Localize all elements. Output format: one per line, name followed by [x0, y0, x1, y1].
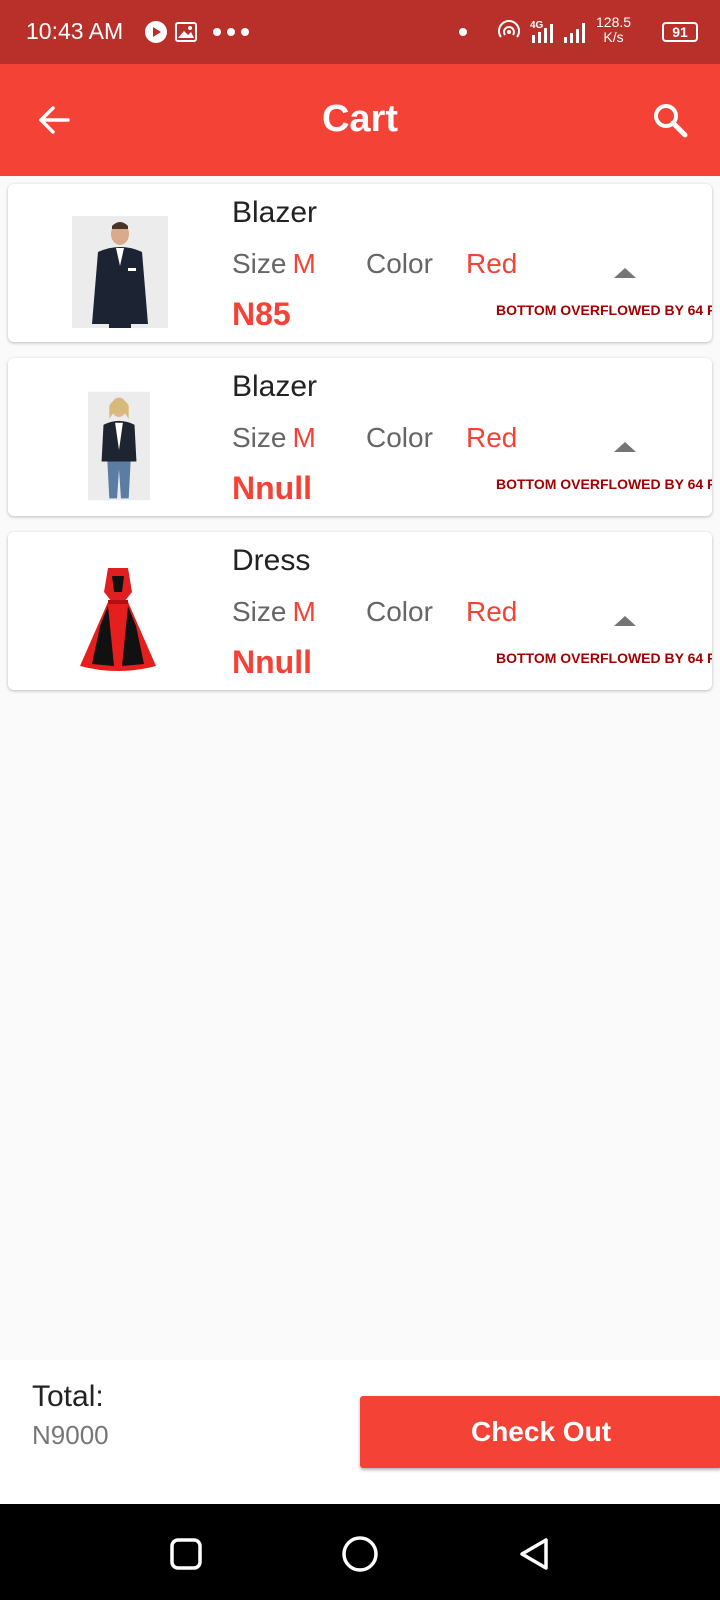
recents-button[interactable]	[162, 1532, 210, 1576]
checkout-button[interactable]: Check Out	[360, 1396, 720, 1468]
size-value: M	[292, 596, 316, 627]
status-bar: 10:43 AM 4G 128.5 K/s 91	[0, 0, 720, 64]
play-icon	[144, 18, 168, 46]
cart-item-card[interactable]: Dress Size M Color Red Nnull BOTTOM OVERF…	[8, 532, 712, 690]
overflow-warning: BOTTOM OVERFLOWED BY 64 PIXELS	[496, 302, 712, 318]
color-label: Color	[366, 422, 433, 453]
color-value: Red	[466, 596, 518, 627]
cart-list: Blazer Size M Color Red N85 BOTTOM OVERFL…	[8, 184, 712, 706]
item-name: Dress	[232, 544, 311, 577]
overflow-warning: BOTTOM OVERFLOWED BY 64 PIXELS	[496, 476, 712, 492]
item-name: Blazer	[232, 196, 318, 229]
overflow-warning: BOTTOM OVERFLOWED BY 64 PIXELS	[496, 650, 712, 666]
size-row: Size M	[232, 248, 316, 280]
home-button[interactable]	[336, 1532, 384, 1576]
svg-text:4G: 4G	[530, 20, 544, 31]
nav-back-button[interactable]	[510, 1532, 558, 1576]
search-icon	[654, 104, 688, 138]
color-label: Color	[366, 596, 433, 627]
more-dots-icon	[212, 18, 252, 46]
color-value: Red	[466, 422, 518, 453]
collapse-arrow-icon[interactable]	[614, 442, 636, 452]
square-icon	[170, 1538, 202, 1570]
checkout-bar: Total: N9000 Check Out	[0, 1360, 720, 1504]
hotspot-icon	[496, 18, 522, 46]
total-value: N9000	[32, 1420, 109, 1450]
size-row: Size M	[232, 596, 316, 628]
battery-icon: 91	[662, 22, 698, 42]
speed-unit: K/s	[603, 29, 624, 45]
collapse-arrow-icon[interactable]	[614, 616, 636, 626]
signal-icon	[562, 18, 588, 46]
triangle-back-icon	[520, 1538, 548, 1570]
search-button[interactable]	[646, 96, 694, 144]
man-blazer-photo	[72, 216, 168, 328]
signal-4g-icon: 4G	[528, 18, 556, 46]
color-value: Red	[466, 248, 518, 279]
woman-blazer-photo	[88, 391, 150, 501]
size-value: M	[292, 422, 316, 453]
total-label: Total:	[32, 1380, 104, 1413]
gallery-icon	[174, 18, 198, 46]
speed-value: 128.5	[596, 14, 632, 30]
app-bar: Cart	[0, 64, 720, 176]
status-time: 10:43 AM	[26, 18, 124, 44]
size-row: Size M	[232, 422, 316, 454]
notification-dot-icon	[458, 18, 468, 46]
network-speed: 128.5 K/s	[596, 14, 632, 45]
item-price: Nnull	[232, 470, 312, 506]
system-nav-bar	[0, 1504, 720, 1600]
cart-item-card[interactable]: Blazer Size M Color Red N85 BOTTOM OVERFL…	[8, 184, 712, 342]
cart-item-card[interactable]: Blazer Size M Color Red Nnull BOTTOM OVER…	[8, 358, 712, 516]
red-dress-photo	[80, 568, 156, 671]
size-value: M	[292, 248, 316, 279]
size-label: Size	[232, 422, 287, 453]
collapse-arrow-icon[interactable]	[614, 268, 636, 278]
item-name: Blazer	[232, 370, 318, 403]
circle-icon	[342, 1536, 378, 1572]
color-label: Color	[366, 248, 433, 279]
item-price: N85	[232, 296, 291, 332]
page-title: Cart	[321, 98, 399, 140]
size-label: Size	[232, 248, 287, 279]
size-label: Size	[232, 596, 287, 627]
item-price: Nnull	[232, 644, 312, 680]
